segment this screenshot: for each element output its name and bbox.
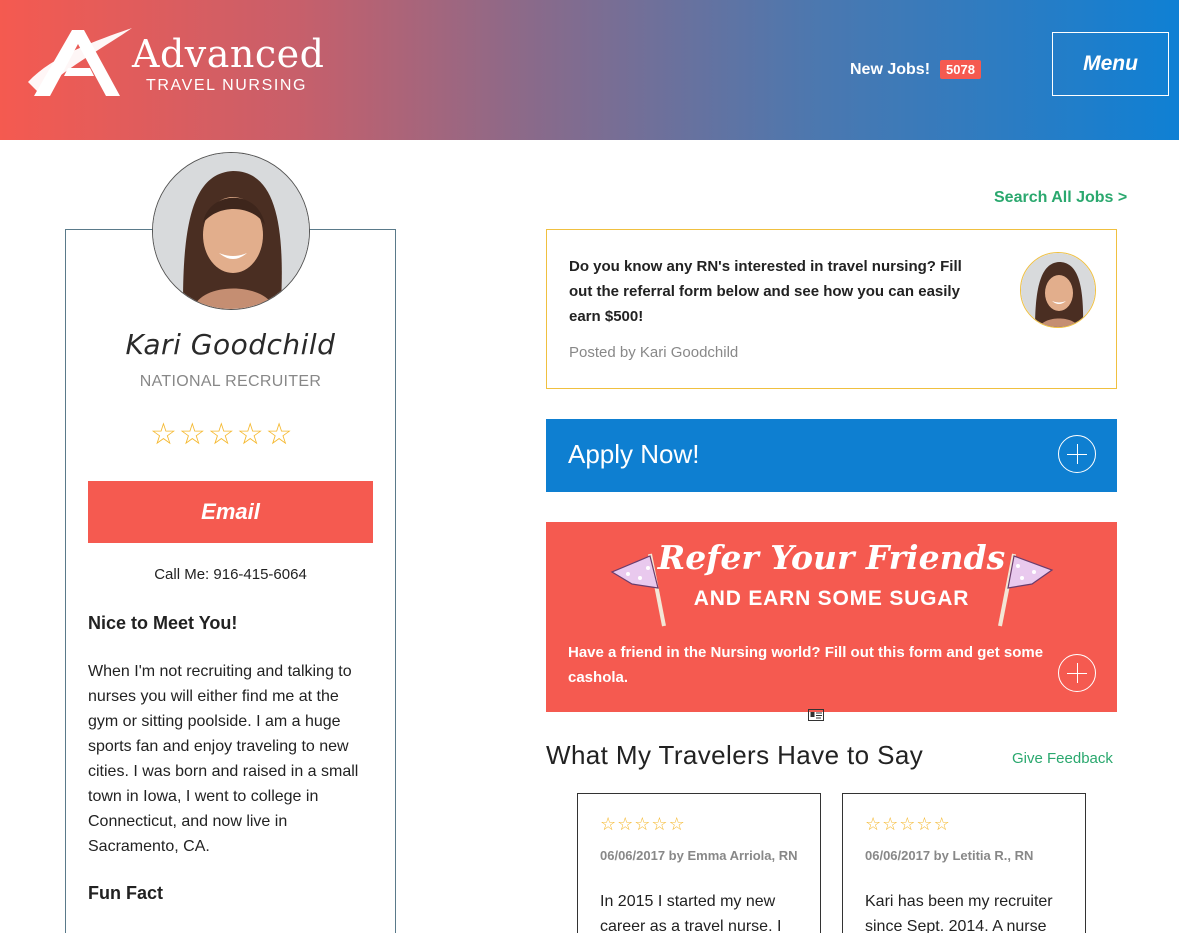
star-icon: ☆ xyxy=(634,814,651,835)
star-icon[interactable]: ☆ xyxy=(266,420,293,450)
review-meta: 06/06/2017 by Emma Arriola, RN xyxy=(600,848,798,863)
logo-a-icon xyxy=(28,28,132,96)
travelers-heading: What My Travelers Have to Say xyxy=(546,740,924,770)
star-icon[interactable]: ☆ xyxy=(179,420,206,450)
recruiter-role: NATIONAL RECRUITER xyxy=(139,373,322,390)
recruiter-name: Kari Goodchild xyxy=(125,328,336,361)
star-icon: ☆ xyxy=(617,814,634,835)
menu-button[interactable]: Menu xyxy=(1052,32,1169,96)
review-text: Kari has been my recruiter since Sept. 2… xyxy=(865,893,1053,933)
star-icon: ☆ xyxy=(882,814,899,835)
id-card-icon xyxy=(808,709,824,721)
new-jobs-count-badge: 5078 xyxy=(940,60,981,79)
star-icon[interactable]: ☆ xyxy=(237,420,264,450)
post-author: Posted by Kari Goodchild xyxy=(569,344,739,361)
star-icon: ☆ xyxy=(899,814,916,835)
star-icon: ☆ xyxy=(600,814,617,835)
fun-fact-heading: Fun Fact xyxy=(88,883,163,903)
star-icon: ☆ xyxy=(933,814,950,835)
refer-text: Have a friend in the Nursing world? Fill… xyxy=(568,644,1044,686)
recruiter-bio: When I'm not recruiting and talking to n… xyxy=(88,663,359,855)
avatar-photo-icon xyxy=(1021,253,1095,327)
apply-now-label: Apply Now! xyxy=(568,439,700,469)
email-button[interactable]: Email xyxy=(88,481,373,543)
search-all-jobs-link[interactable]: Search All Jobs > xyxy=(994,189,1127,207)
brand-logo[interactable]: Advanced TRAVEL NURSING xyxy=(24,22,324,102)
review-card: ☆ ☆ ☆ ☆ ☆ 06/06/2017 by Letitia R., RN Kari … xyxy=(842,793,1086,933)
star-icon: ☆ xyxy=(651,814,668,835)
refer-subtitle: AND EARN SOME SUGAR xyxy=(693,587,970,610)
expand-plus-icon[interactable] xyxy=(1058,654,1096,692)
star-icon[interactable]: ☆ xyxy=(150,420,177,450)
logo-subtitle: TRAVEL NURSING xyxy=(146,77,308,94)
star-icon: ☆ xyxy=(865,814,882,835)
refer-friends-panel[interactable]: Refer Your Friends AND EARN SOME SUGAR H… xyxy=(546,522,1117,712)
recruiter-avatar xyxy=(152,152,310,310)
give-feedback-link[interactable]: Give Feedback xyxy=(1012,750,1113,767)
new-jobs-link[interactable]: New Jobs! 5078 xyxy=(850,60,981,79)
apply-now-panel[interactable]: Apply Now! xyxy=(546,419,1117,492)
star-icon[interactable]: ☆ xyxy=(208,420,235,450)
review-text: In 2015 I started my new career as a tra… xyxy=(600,893,782,933)
review-meta: 06/06/2017 by Letitia R., RN xyxy=(865,848,1034,863)
expand-plus-icon[interactable] xyxy=(1058,435,1096,473)
site-header: Advanced TRAVEL NURSING New Jobs! 5078 M… xyxy=(0,0,1179,140)
logo-wordmark: Advanced xyxy=(132,32,325,76)
post-text: Do you know any RN's interested in trave… xyxy=(569,258,962,325)
rating-stars[interactable]: ☆ ☆ ☆ ☆ ☆ xyxy=(150,420,293,450)
new-jobs-label: New Jobs! xyxy=(850,60,931,78)
star-icon: ☆ xyxy=(916,814,933,835)
recruiter-post: Do you know any RN's interested in trave… xyxy=(546,229,1117,389)
star-icon: ☆ xyxy=(668,814,685,835)
call-me-phone[interactable]: Call Me: 916-415-6064 xyxy=(65,566,396,583)
review-card: ☆ ☆ ☆ ☆ ☆ 06/06/2017 by Emma Arriola, RN In … xyxy=(577,793,821,933)
refer-title: Refer Your Friends xyxy=(657,538,1006,577)
post-author-avatar xyxy=(1020,252,1096,328)
review-rating: ☆ ☆ ☆ ☆ ☆ xyxy=(600,816,685,834)
nice-to-meet-heading: Nice to Meet You! xyxy=(88,613,238,633)
review-rating: ☆ ☆ ☆ ☆ ☆ xyxy=(865,816,950,834)
avatar-photo-icon xyxy=(153,153,309,309)
